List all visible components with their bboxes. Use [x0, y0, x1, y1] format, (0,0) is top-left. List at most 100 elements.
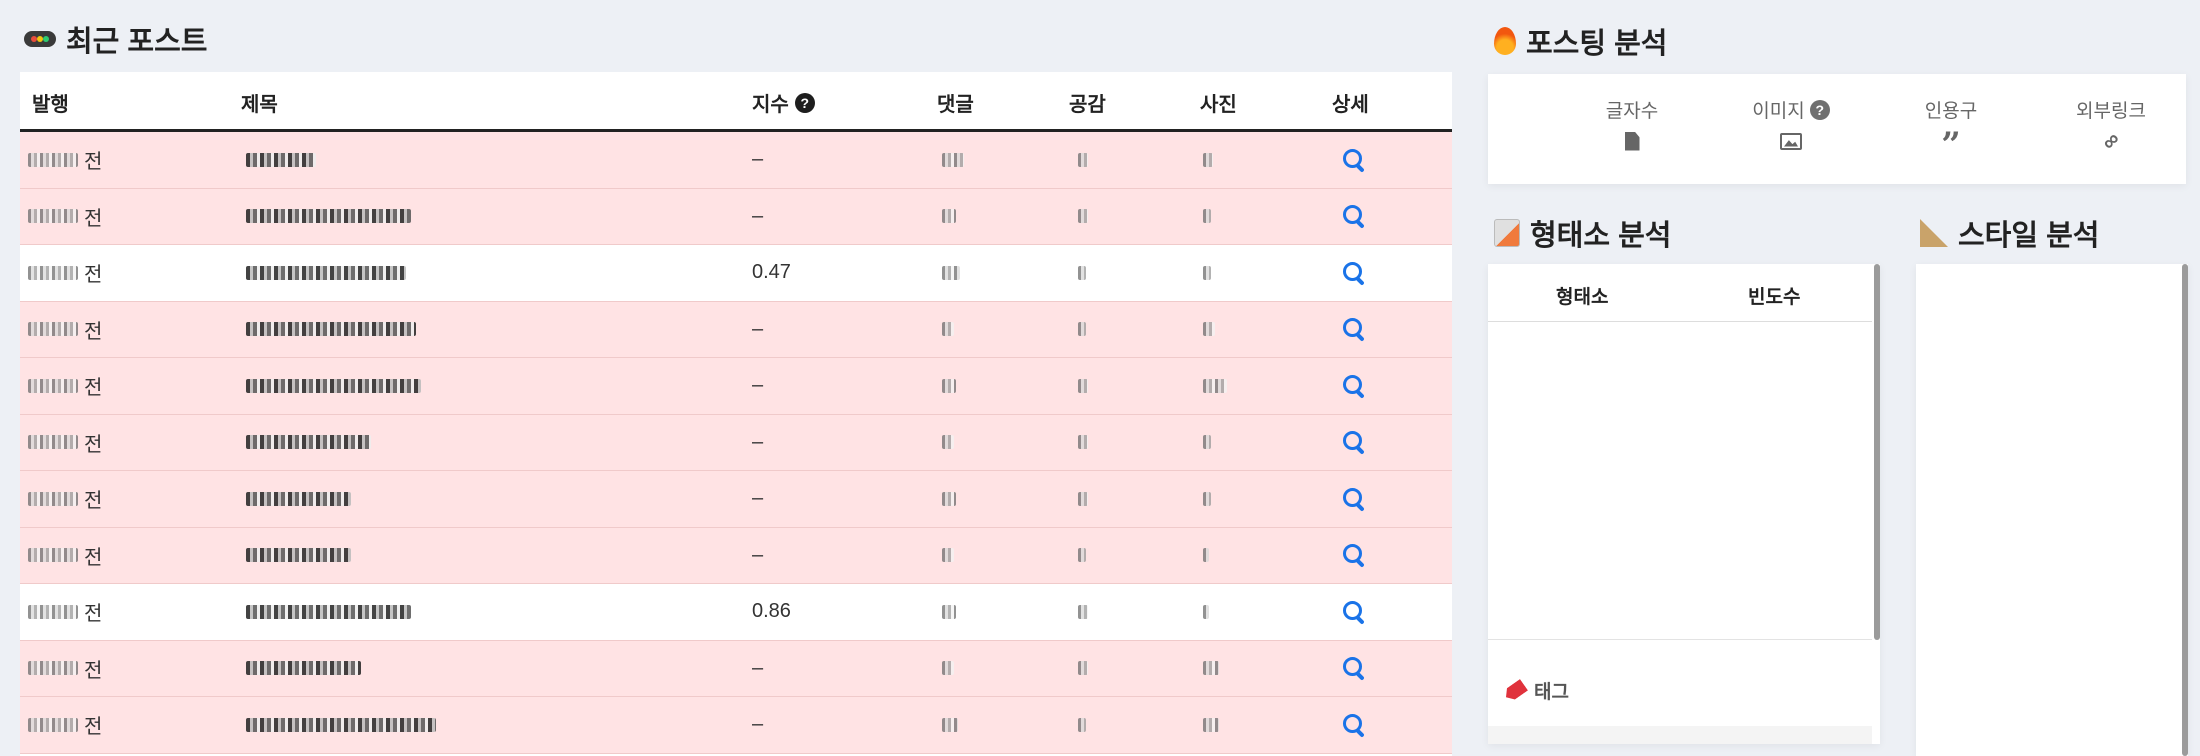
file-icon [1624, 131, 1640, 151]
search-icon[interactable] [1342, 543, 1366, 567]
title-cell[interactable] [246, 584, 411, 640]
redacted-date [28, 717, 78, 732]
detail-cell[interactable] [1342, 528, 1366, 584]
detail-cell[interactable] [1342, 584, 1366, 640]
title-cell[interactable] [246, 528, 351, 584]
detail-cell[interactable] [1342, 641, 1366, 697]
detail-cell[interactable] [1342, 189, 1366, 245]
search-icon[interactable] [1342, 261, 1366, 285]
redacted-date [28, 378, 78, 393]
redacted-title[interactable] [246, 548, 351, 563]
title-cell[interactable] [246, 302, 416, 358]
title-cell[interactable] [246, 697, 436, 753]
redacted-photos [1203, 209, 1211, 224]
redacted-comments [942, 491, 956, 506]
col-morpheme[interactable]: 형태소 [1556, 282, 1608, 309]
col-title[interactable]: 제목 [241, 88, 278, 117]
detail-cell[interactable] [1342, 415, 1366, 471]
detail-cell[interactable] [1342, 132, 1366, 188]
traffic-light-icon [24, 31, 56, 47]
col-detail: 상세 [1332, 94, 1369, 116]
redacted-title[interactable] [246, 152, 316, 167]
redacted-title[interactable] [246, 209, 411, 224]
comments-cell [942, 415, 954, 471]
col-photos[interactable]: 사진 [1200, 88, 1237, 117]
col-likes[interactable]: 공감 [1069, 88, 1106, 117]
table-row[interactable]: 전 – [20, 358, 1452, 415]
title-cell[interactable] [246, 245, 406, 301]
detail-cell[interactable] [1342, 358, 1366, 414]
comments-cell [942, 584, 956, 640]
redacted-title[interactable] [246, 322, 416, 337]
redacted-title[interactable] [246, 604, 411, 619]
table-row[interactable]: 전 – [20, 132, 1452, 189]
title-cell[interactable] [246, 415, 371, 471]
detail-cell[interactable] [1342, 245, 1366, 301]
table-row[interactable]: 전 0.86 [20, 584, 1452, 641]
table-row[interactable]: 전 – [20, 471, 1452, 528]
redacted-photos [1203, 604, 1209, 619]
col-frequency[interactable]: 빈도수 [1748, 282, 1800, 309]
posting-analysis-heading: 포스팅 분석 [1526, 28, 1668, 60]
published-ago: 전 [84, 716, 103, 739]
search-icon[interactable] [1342, 317, 1366, 341]
search-icon[interactable] [1342, 430, 1366, 454]
title-cell[interactable] [246, 641, 361, 697]
title-cell[interactable] [246, 189, 411, 245]
photos-cell [1203, 528, 1209, 584]
redacted-title[interactable] [246, 378, 421, 393]
recent-posts-table: 발행 제목 지수? 댓글 공감 사진 상세 전 – 전 – 전 0.47 전 –… [20, 72, 1452, 756]
published-cell: 전 [28, 358, 102, 414]
redacted-title[interactable] [246, 717, 436, 732]
redacted-title[interactable] [246, 265, 406, 280]
photos-cell [1203, 358, 1227, 414]
redacted-comments [942, 661, 954, 676]
redacted-title[interactable] [246, 435, 371, 450]
detail-cell[interactable] [1342, 697, 1366, 753]
published-cell: 전 [28, 415, 102, 471]
style-scrollbar[interactable] [2182, 264, 2188, 756]
redacted-title[interactable] [246, 491, 351, 506]
index-cell: – [752, 543, 764, 566]
comments-cell [942, 697, 958, 753]
search-icon[interactable] [1342, 713, 1366, 737]
title-cell[interactable] [246, 358, 421, 414]
detail-cell[interactable] [1342, 471, 1366, 527]
tag-footer [1488, 726, 1872, 744]
table-row[interactable]: 전 – [20, 188, 1452, 245]
redacted-title[interactable] [246, 661, 361, 676]
col-comments[interactable]: 댓글 [937, 88, 974, 117]
table-row[interactable]: 전 0.47 [20, 245, 1452, 302]
morpheme-scrollbar[interactable] [1874, 264, 1880, 640]
col-published[interactable]: 발행 [32, 88, 69, 117]
help-icon[interactable]: ? [1809, 99, 1830, 120]
published-ago: 전 [84, 264, 103, 287]
table-row[interactable]: 전 – [20, 301, 1452, 358]
title-cell[interactable] [246, 132, 316, 188]
redacted-photos [1203, 152, 1213, 167]
search-icon[interactable] [1342, 656, 1366, 680]
index-cell: – [752, 656, 764, 679]
detail-cell[interactable] [1342, 302, 1366, 358]
morpheme-table-header: 형태소 빈도수 [1488, 264, 1872, 322]
style-analysis-heading: 스타일 분석 [1958, 220, 2100, 252]
metric-quotes: 인용구 ” [1924, 101, 1978, 165]
index-cell: – [752, 148, 764, 171]
search-icon[interactable] [1342, 600, 1366, 624]
comments-cell [942, 132, 964, 188]
search-icon[interactable] [1342, 148, 1366, 172]
table-row[interactable]: 전 – [20, 414, 1452, 471]
published-ago: 전 [84, 433, 103, 456]
search-icon[interactable] [1342, 374, 1366, 398]
table-row[interactable]: 전 – [20, 697, 1452, 754]
redacted-date [28, 604, 78, 619]
search-icon[interactable] [1342, 204, 1366, 228]
table-row[interactable]: 전 – [20, 640, 1452, 697]
table-row[interactable]: 전 – [20, 527, 1452, 584]
likes-cell [1078, 189, 1088, 245]
search-icon[interactable] [1342, 487, 1366, 511]
title-cell[interactable] [246, 471, 351, 527]
help-icon[interactable]: ? [794, 92, 815, 113]
redacted-photos [1203, 491, 1211, 506]
col-index[interactable]: 지수? [752, 88, 815, 117]
